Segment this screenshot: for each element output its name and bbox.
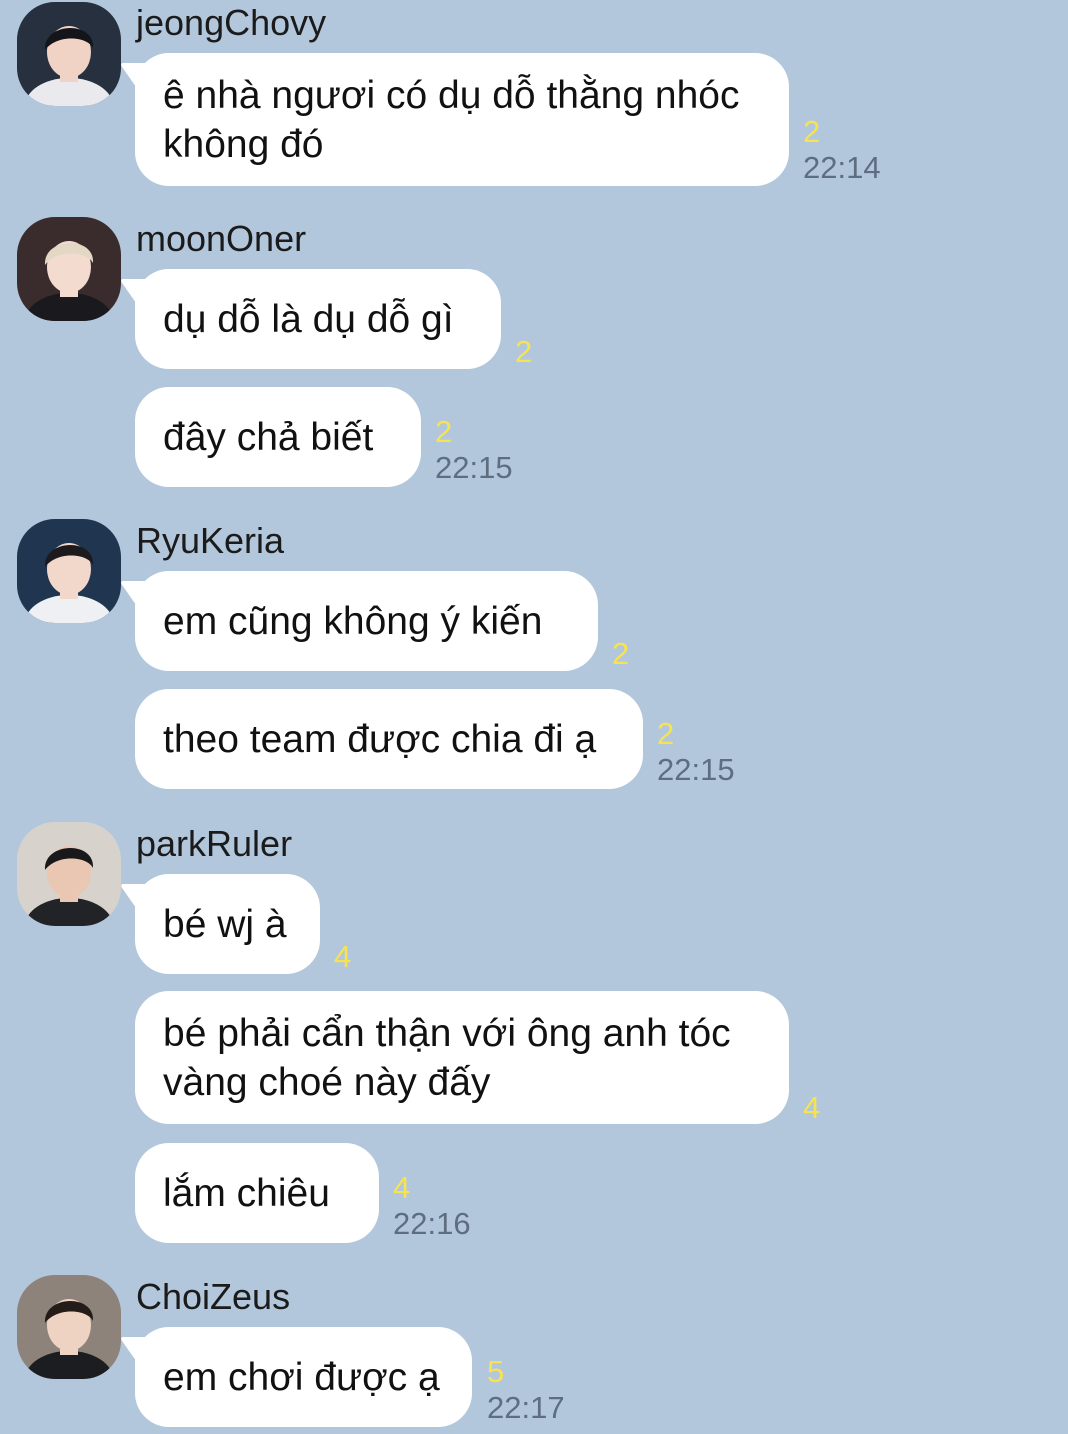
message-bubble[interactable]: ê nhà ngươi có dụ dỗ thằng nhóc không đó: [135, 53, 789, 186]
message-bubble[interactable]: dụ dỗ là dụ dỗ gì: [135, 269, 501, 369]
message-text: theo team được chia đi ạ: [163, 717, 597, 761]
message-meta: 5 22:17: [487, 1354, 565, 1426]
unread-count: 2: [803, 114, 821, 149]
message-text: bé phải cẩn thận với ông anh tóc vàng ch…: [163, 1011, 731, 1104]
message-text: đây chả biết: [163, 415, 374, 459]
message-text: bé wj à: [163, 902, 287, 946]
sender-name[interactable]: parkRuler: [136, 824, 292, 864]
message-text: dụ dỗ là dụ dỗ gì: [163, 297, 454, 341]
message-bubble[interactable]: em cũng không ý kiến: [135, 571, 598, 671]
avatar[interactable]: [17, 519, 121, 623]
message-meta: 2 22:15: [435, 414, 513, 486]
sender-name[interactable]: RyuKeria: [136, 521, 284, 561]
message-bubble[interactable]: em chơi được ạ: [135, 1327, 472, 1427]
avatar-photo: [17, 822, 121, 926]
message-text: em cũng không ý kiến: [163, 599, 543, 643]
avatar[interactable]: [17, 822, 121, 926]
avatar-photo: [17, 217, 121, 321]
unread-count: 4: [393, 1170, 411, 1205]
message-meta: 2: [515, 334, 532, 370]
message-bubble[interactable]: theo team được chia đi ạ: [135, 689, 643, 789]
avatar-photo: [17, 519, 121, 623]
message-meta: 4: [803, 1090, 820, 1126]
message-meta: 2: [612, 636, 629, 672]
message-text: em chơi được ạ: [163, 1355, 440, 1399]
unread-count: 4: [803, 1090, 821, 1125]
timestamp: 22:16: [393, 1206, 471, 1241]
avatar-photo: [17, 1275, 121, 1379]
message-text: ê nhà ngươi có dụ dỗ thằng nhóc không đó: [163, 73, 740, 166]
unread-count: 2: [515, 334, 533, 369]
message-meta: 2 22:14: [803, 114, 881, 186]
sender-name[interactable]: ChoiZeus: [136, 1277, 290, 1317]
message-bubble[interactable]: bé phải cẩn thận với ông anh tóc vàng ch…: [135, 991, 789, 1124]
avatar-photo: [17, 2, 121, 106]
unread-count: 5: [487, 1354, 505, 1389]
message-bubble[interactable]: đây chả biết: [135, 387, 421, 487]
sender-name[interactable]: jeongChovy: [136, 3, 326, 43]
avatar[interactable]: [17, 1275, 121, 1379]
timestamp: 22:14: [803, 150, 881, 185]
unread-count: 2: [612, 636, 630, 671]
message-bubble[interactable]: bé wj à: [135, 874, 320, 974]
timestamp: 22:17: [487, 1390, 565, 1425]
unread-count: 2: [435, 414, 453, 449]
avatar[interactable]: [17, 217, 121, 321]
unread-count: 2: [657, 716, 675, 751]
message-meta: 2 22:15: [657, 716, 735, 788]
sender-name[interactable]: moonOner: [136, 219, 306, 259]
timestamp: 22:15: [657, 752, 735, 787]
timestamp: 22:15: [435, 450, 513, 485]
message-text: lắm chiêu: [163, 1171, 330, 1215]
message-meta: 4: [334, 939, 351, 975]
message-bubble[interactable]: lắm chiêu: [135, 1143, 379, 1243]
chat-message-list[interactable]: jeongChovy ê nhà ngươi có dụ dỗ thằng nhó…: [0, 0, 1068, 1434]
unread-count: 4: [334, 939, 352, 974]
avatar[interactable]: [17, 2, 121, 106]
message-meta: 4 22:16: [393, 1170, 471, 1242]
